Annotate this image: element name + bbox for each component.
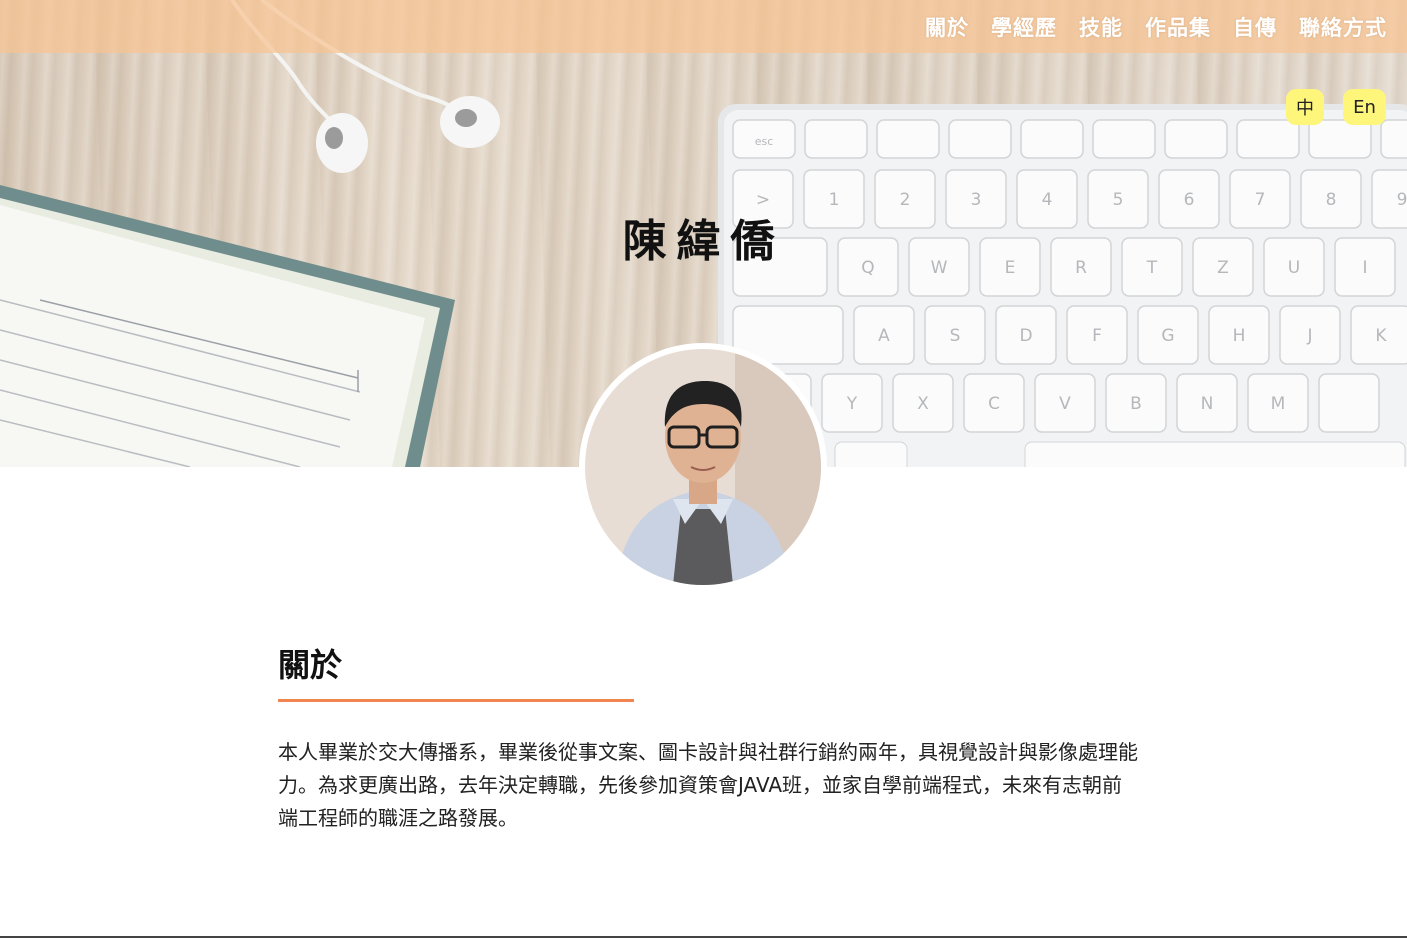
keyboard-key xyxy=(1020,119,1084,159)
keyboard-key xyxy=(1164,119,1228,159)
nav-skills[interactable]: 技能 xyxy=(1079,12,1123,42)
about-title: 關於 xyxy=(278,646,343,684)
main-nav: 關於 學經歷 技能 作品集 自傳 聯絡方式 xyxy=(925,12,1387,42)
keyboard-key-label: N xyxy=(1201,394,1214,414)
keyboard-key-label: B xyxy=(1130,394,1142,414)
keyboard-key-label: A xyxy=(878,326,890,346)
earbud-left xyxy=(316,113,368,173)
keyboard-key xyxy=(834,441,908,467)
keyboard-key-label: D xyxy=(1019,326,1032,346)
keyboard-key-label: K xyxy=(1375,326,1387,346)
language-zh-button[interactable]: 中 xyxy=(1286,89,1324,125)
keyboard-key-label: M xyxy=(1271,394,1286,414)
keyboard-key-label: F xyxy=(1092,326,1102,346)
keyboard-key-label: S xyxy=(950,326,961,346)
keyboard-key-label: esc xyxy=(755,135,774,148)
earbud-right xyxy=(440,96,500,148)
keyboard-key xyxy=(948,119,1012,159)
nav-autobiography[interactable]: 自傳 xyxy=(1233,12,1277,42)
keyboard-key-label: Y xyxy=(846,394,858,414)
keyboard-key-label: J xyxy=(1306,326,1312,346)
nav-education[interactable]: 學經歷 xyxy=(991,12,1057,42)
language-en-button[interactable]: En xyxy=(1343,89,1386,125)
keyboard-key xyxy=(804,119,868,159)
nav-about[interactable]: 關於 xyxy=(925,12,969,42)
nav-contact[interactable]: 聯絡方式 xyxy=(1299,12,1387,42)
keyboard-key-label: X xyxy=(917,394,929,414)
about-text: 本人畢業於交大傳播系，畢業後從事文案、圖卡設計與社群行銷約兩年，具視覺設計與影像… xyxy=(278,740,1138,830)
profile-name: 陳緯僑 xyxy=(622,216,785,267)
keyboard-key xyxy=(1308,119,1372,159)
keyboard-key-label: C xyxy=(988,394,1000,414)
keyboard-key xyxy=(1318,373,1380,433)
keyboard-key-label: H xyxy=(1233,326,1246,346)
keyboard-key xyxy=(1380,119,1407,159)
avatar xyxy=(579,343,827,591)
avatar-photo xyxy=(585,349,821,585)
keyboard-key-label: V xyxy=(1059,394,1071,414)
keyboard-spacebar xyxy=(1024,441,1406,467)
keyboard-key-label: G xyxy=(1161,326,1174,346)
nav-portfolio[interactable]: 作品集 xyxy=(1145,12,1211,42)
keyboard-key xyxy=(1236,119,1300,159)
keyboard-key xyxy=(876,119,940,159)
about-title-underline xyxy=(278,699,634,702)
keyboard-key xyxy=(1092,119,1156,159)
